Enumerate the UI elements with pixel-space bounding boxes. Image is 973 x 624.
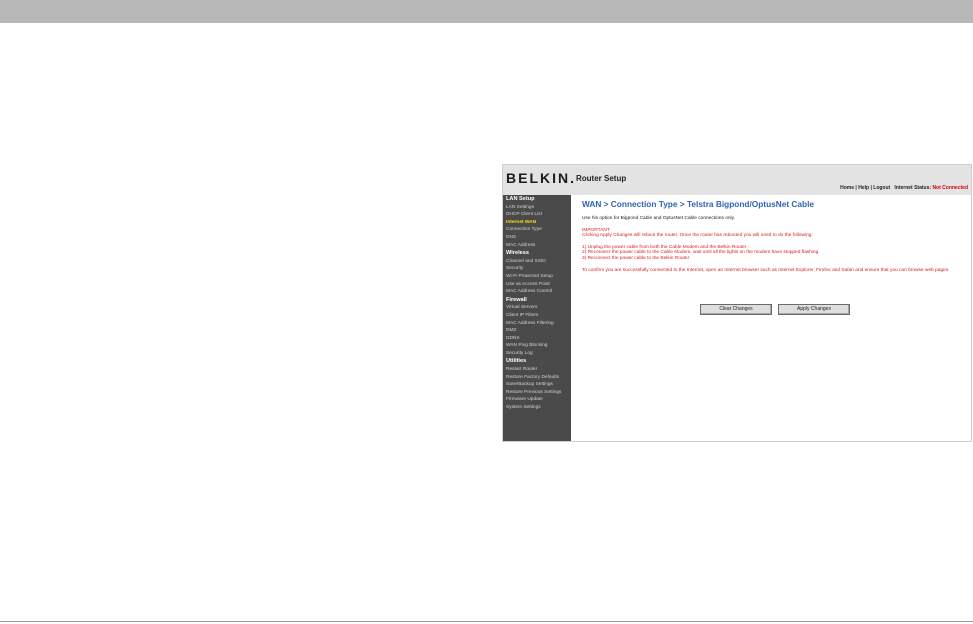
sidebar-section-wireless: Wireless [506,250,529,257]
sidebar-item-restart-router[interactable]: Restart Router [503,366,571,374]
sidebar: LAN Setup LAN Settings DHCP Client List … [503,195,571,441]
router-setup-screenshot: BELKIN. Router Setup Home | Help | Logou… [502,164,972,442]
sidebar-item-dns[interactable]: DNS [503,234,571,242]
confirm-text: To confirm you are successfully connecte… [582,267,950,273]
belkin-logo: BELKIN. [506,170,576,186]
clear-changes-button[interactable]: Clear Changes [700,304,772,315]
sidebar-item-mac-address[interactable]: MAC Address [503,242,571,250]
app-title: Router Setup [576,174,627,183]
sidebar-item-system-settings[interactable]: System Settings [503,404,571,412]
sidebar-item-internet-wan[interactable]: Internet WAN [503,219,571,227]
sidebar-item-ddns[interactable]: DDNS [503,335,571,343]
sidebar-item-dmz[interactable]: DMZ [503,327,571,335]
sidebar-section-firewall: Firewall [506,296,527,303]
sidebar-item-save-backup[interactable]: Save/Backup Settings [503,381,571,389]
top-bar [0,0,973,23]
sidebar-section-utilities: Utilities [506,358,527,365]
sidebar-item-client-ip-filters[interactable]: Client IP Filters [503,312,571,320]
top-links: Home | Help | Logout Internet Status: No… [840,185,968,191]
help-link[interactable]: Help [858,185,869,191]
sidebar-item-restore-previous[interactable]: Restore Previous Settings [503,389,571,397]
sidebar-item-wan-ping-blocking[interactable]: WAN Ping Blocking [503,342,571,350]
page-title: WAN > Connection Type > Telstra Bigpond/… [582,199,815,209]
sidebar-item-mac-address-filtering[interactable]: MAC Address Filtering [503,320,571,328]
logout-link[interactable]: Logout [873,185,890,191]
sidebar-item-security[interactable]: Security [503,265,571,273]
sidebar-item-lan-settings[interactable]: LAN Settings [503,204,571,212]
router-header: BELKIN. Router Setup Home | Help | Logou… [503,165,971,195]
main-content: WAN > Connection Type > Telstra Bigpond/… [582,199,968,273]
sidebar-item-restore-defaults[interactable]: Restore Factory Defaults [503,374,571,382]
action-buttons: Clear Changes Apply Changes [700,304,856,322]
sidebar-item-security-log[interactable]: Security Log [503,350,571,358]
sidebar-item-connection-type[interactable]: Connection Type [503,226,571,234]
bottom-rule [0,621,973,622]
sidebar-item-access-point[interactable]: Use as Access Point [503,281,571,289]
sidebar-item-firmware-update[interactable]: Firmware Update [503,396,571,404]
sidebar-item-channel-ssid[interactable]: Channel and SSID [503,258,571,266]
sidebar-item-dhcp-client-list[interactable]: DHCP Client List [503,211,571,219]
sidebar-section-lan-setup: LAN Setup [506,196,535,202]
sidebar-item-virtual-servers[interactable]: Virtual Servers [503,304,571,312]
home-link[interactable]: Home [840,185,854,191]
internet-status-value: Not Connected [932,185,968,191]
sidebar-item-wps[interactable]: Wi-Fi Protected Setup [503,273,571,281]
sidebar-item-mac-address-control[interactable]: MAC Address Control [503,288,571,296]
apply-changes-button[interactable]: Apply Changes [778,304,850,315]
internet-status-label: Internet Status: [894,185,932,191]
